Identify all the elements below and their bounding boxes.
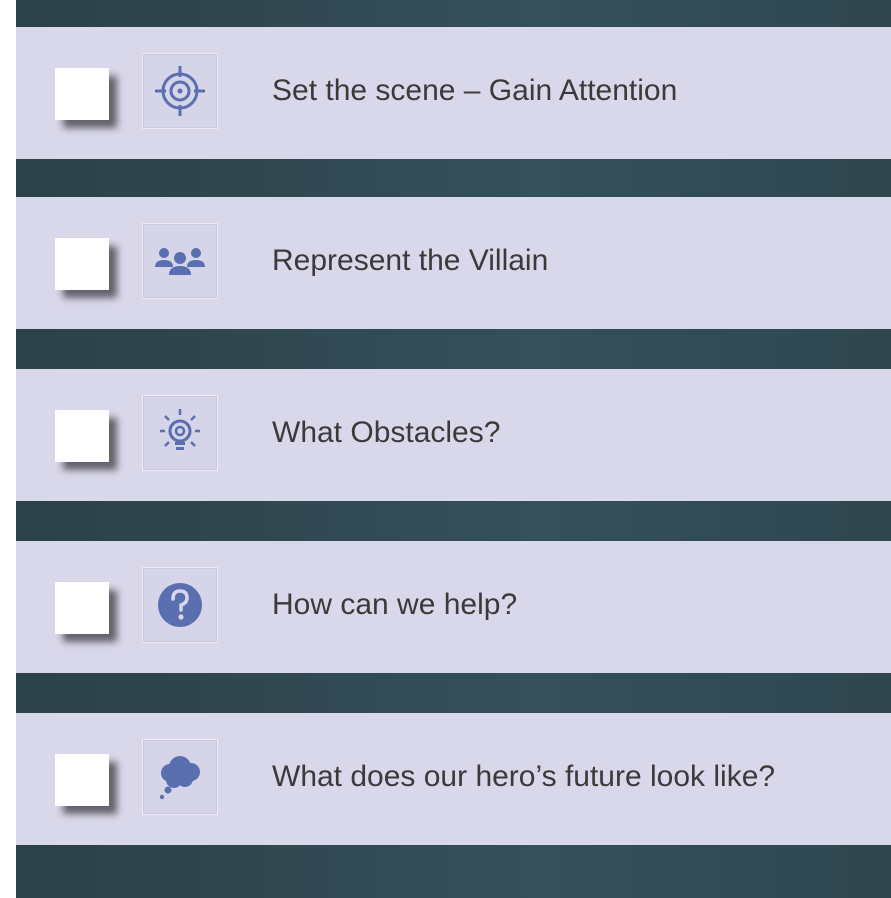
checklist-item-set-the-scene[interactable]: Set the scene – Gain Attention: [16, 27, 891, 159]
question-circle-icon: [142, 567, 218, 643]
thought-bubble-icon: [142, 739, 218, 815]
item-label: How can we help?: [272, 588, 518, 621]
group-icon: [142, 223, 218, 299]
checklist-item-hero-future[interactable]: What does our hero’s future look like?: [16, 713, 891, 845]
checkbox[interactable]: [55, 238, 109, 290]
target-icon: [142, 53, 218, 129]
checklist-item-how-can-we-help[interactable]: How can we help?: [16, 541, 891, 673]
lightbulb-icon: [142, 395, 218, 471]
checklist-item-represent-villain[interactable]: Represent the Villain: [16, 197, 891, 329]
item-label: Represent the Villain: [272, 244, 549, 277]
item-label: What Obstacles?: [272, 416, 501, 449]
item-label: Set the scene – Gain Attention: [272, 74, 678, 107]
checkbox[interactable]: [55, 68, 109, 120]
checklist-item-obstacles[interactable]: What Obstacles?: [16, 369, 891, 501]
checkbox[interactable]: [55, 582, 109, 634]
checklist-panel: Set the scene – Gain Attention Represent…: [16, 0, 891, 898]
item-label: What does our hero’s future look like?: [272, 760, 776, 793]
checkbox[interactable]: [55, 754, 109, 806]
checkbox[interactable]: [55, 410, 109, 462]
